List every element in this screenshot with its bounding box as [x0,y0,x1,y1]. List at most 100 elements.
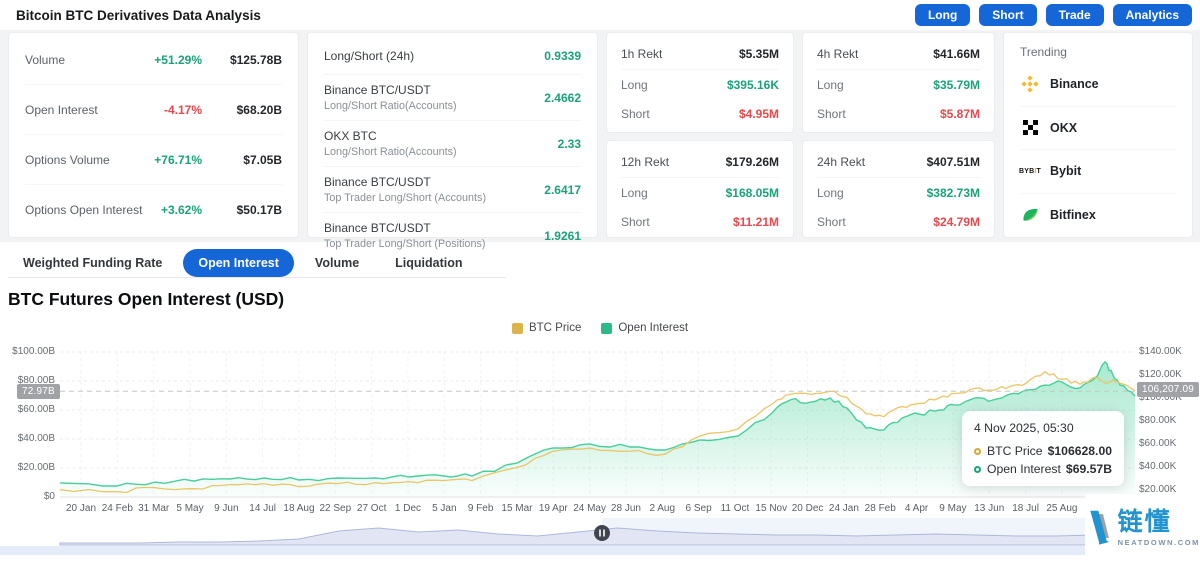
tooltip-row-open-interest: Open Interest $69.57B [974,462,1112,476]
trending-item-binance[interactable]: Binance [1020,63,1176,107]
ratio-row: Binance BTC/USDT Top Trader Long/Short (… [324,167,581,213]
current-price-badge: 106,207.09 [1137,382,1200,397]
rekt-title: 12h Rekt [621,155,670,169]
page-header: Bitcoin BTC Derivatives Data Analysis Lo… [0,0,1200,30]
trending-item-bybit[interactable]: BYBIT Bybit [1019,150,1176,194]
right-axis-tick: $80.00K [1139,415,1177,426]
chart-tabs: Weighted Funding Rate Open Interest Volu… [8,249,506,278]
chart-title: BTC Futures Open Interest (USD) [8,289,285,309]
tab-weighted-funding-rate[interactable]: Weighted Funding Rate [8,249,177,277]
ratio-title: OKX BTC [324,129,377,143]
right-axis-tick: $40.00K [1139,461,1177,472]
ratio-title: Binance BTC/USDT [324,83,431,97]
rekt-24h-card: 24h Rekt $407.51M Long $382.73M Short $24.7… [802,140,995,238]
ratio-value: 2.4662 [544,90,581,105]
current-open-interest-badge: 72.97B [17,384,60,399]
right-axis-tick: $120.00K [1139,369,1182,380]
trending-card: Trending Binance OKX BYBIT Bybit Bitfine… [1003,32,1193,238]
ratio-value: 2.6417 [544,182,581,197]
exchange-name: OKX [1050,120,1078,135]
stat-row-options-volume: Options Volume +76.71% $7.05B [25,135,282,185]
stat-change: +3.62% [160,203,202,217]
short-button[interactable]: Short [979,4,1037,26]
stat-value: $68.20B [236,102,282,117]
rekt-long-value: $382.73M [926,185,980,200]
ratio-title: Binance BTC/USDT [324,175,431,189]
tab-open-interest[interactable]: Open Interest [183,249,294,277]
rekt-total: $179.26M [725,155,779,169]
ratio-title: Long/Short (24h) [324,48,415,63]
ratio-row: Binance BTC/USDT Long/Short Ratio(Accoun… [324,75,581,121]
navigator-handle[interactable] [594,525,610,541]
rekt-short-value: $5.87M [939,106,980,121]
ratio-value: 0.9339 [544,48,581,63]
ratio-row: OKX BTC Long/Short Ratio(Accounts) 2.33 [324,121,581,167]
stat-label: Options Volume [25,152,110,167]
left-axis-tick: $40.00B [17,433,55,444]
ratio-subtitle: Top Trader Long/Short (Accounts) [324,192,487,204]
rekt-title: 24h Rekt [817,155,866,169]
rekt-short-value: $24.79M [933,214,980,229]
rekt-short-label: Short [621,214,650,229]
tab-liquidation[interactable]: Liquidation [380,249,477,277]
exchange-name: Bybit [1050,164,1082,179]
rekt-total: $41.66M [933,47,980,61]
tooltip-row-btc-price: BTC Price $106628.00 [974,444,1112,458]
rekt-long-label: Long [817,185,844,200]
right-axis-tick: $140.00K [1139,346,1182,357]
rekt-short-value: $11.21M [732,214,779,229]
rekt-long-label: Long [621,185,648,200]
btc-price-dot-icon [974,447,981,455]
legend-swatch-btc-price [511,322,523,334]
left-axis-tick: $100.00B [12,346,55,357]
right-axis-tick: $60.00K [1139,438,1177,449]
stat-change: -4.17% [163,102,202,117]
tooltip-timestamp: 4 Nov 2025, 05:30 [974,421,1074,435]
stat-label: Open Interest [25,102,98,117]
neatdown-logo-icon [1090,510,1109,545]
rekt-title: 4h Rekt [817,47,859,61]
open-interest-dot-icon [974,465,981,473]
ratio-value: 2.33 [557,136,581,151]
left-axis-tick: $20.00B [17,462,55,473]
stat-change: +51.29% [154,52,202,67]
bitfinex-icon [1020,205,1040,225]
stat-label: Options Open Interest [25,203,143,217]
rekt-12h-card: 12h Rekt $179.26M Long $168.05M Short $11.2… [606,140,794,238]
watermark-site-url: NEATDOWN.COM [1117,537,1200,547]
stat-row-volume: Volume +51.29% $125.78B [25,35,282,85]
okx-icon [1020,118,1040,138]
analytics-button[interactable]: Analytics [1112,4,1192,26]
rekt-total: $407.51M [926,155,980,169]
rekt-short-label: Short [817,106,846,121]
chart-legend: BTC Price Open Interest [0,322,1200,334]
stat-row-open-interest: Open Interest -4.17% $68.20B [25,85,282,135]
ratio-value: 1.9261 [544,228,581,243]
exchange-name: Bitfinex [1050,208,1096,223]
stat-value: $125.78B [229,52,282,67]
ratio-row: Long/Short (24h) 0.9339 [324,37,581,75]
rekt-long-value: $395.16K [726,77,779,92]
watermark-chinese-name: 链懂 [1117,507,1172,536]
tab-volume[interactable]: Volume [300,249,374,277]
stat-value: $50.17B [236,203,282,217]
binance-icon [1020,74,1040,94]
legend-label: Open Interest [618,322,689,334]
rekt-short-label: Short [621,106,650,121]
ratio-subtitle: Long/Short Ratio(Accounts) [324,146,457,158]
legend-item-btc-price[interactable]: BTC Price [511,322,582,334]
legend-item-open-interest[interactable]: Open Interest [601,322,688,334]
legend-swatch-open-interest [601,322,613,334]
trending-item-okx[interactable]: OKX [1020,107,1176,150]
trending-item-bitfinex[interactable]: Bitfinex [1020,194,1176,238]
trade-button[interactable]: Trade [1045,4,1104,26]
rekt-long-label: Long [621,77,648,92]
stat-change: +76.71% [154,152,202,167]
legend-label: BTC Price [528,322,582,334]
navigator-mini-chart[interactable] [59,527,1136,546]
market-stats-card: Volume +51.29% $125.78B Open Interest -4… [8,32,299,238]
stat-label: Volume [25,52,66,67]
long-button[interactable]: Long [914,4,971,26]
site-watermark: 链懂 NEATDOWN.COM [1085,494,1200,561]
rekt-long-value: $35.79M [933,77,980,92]
